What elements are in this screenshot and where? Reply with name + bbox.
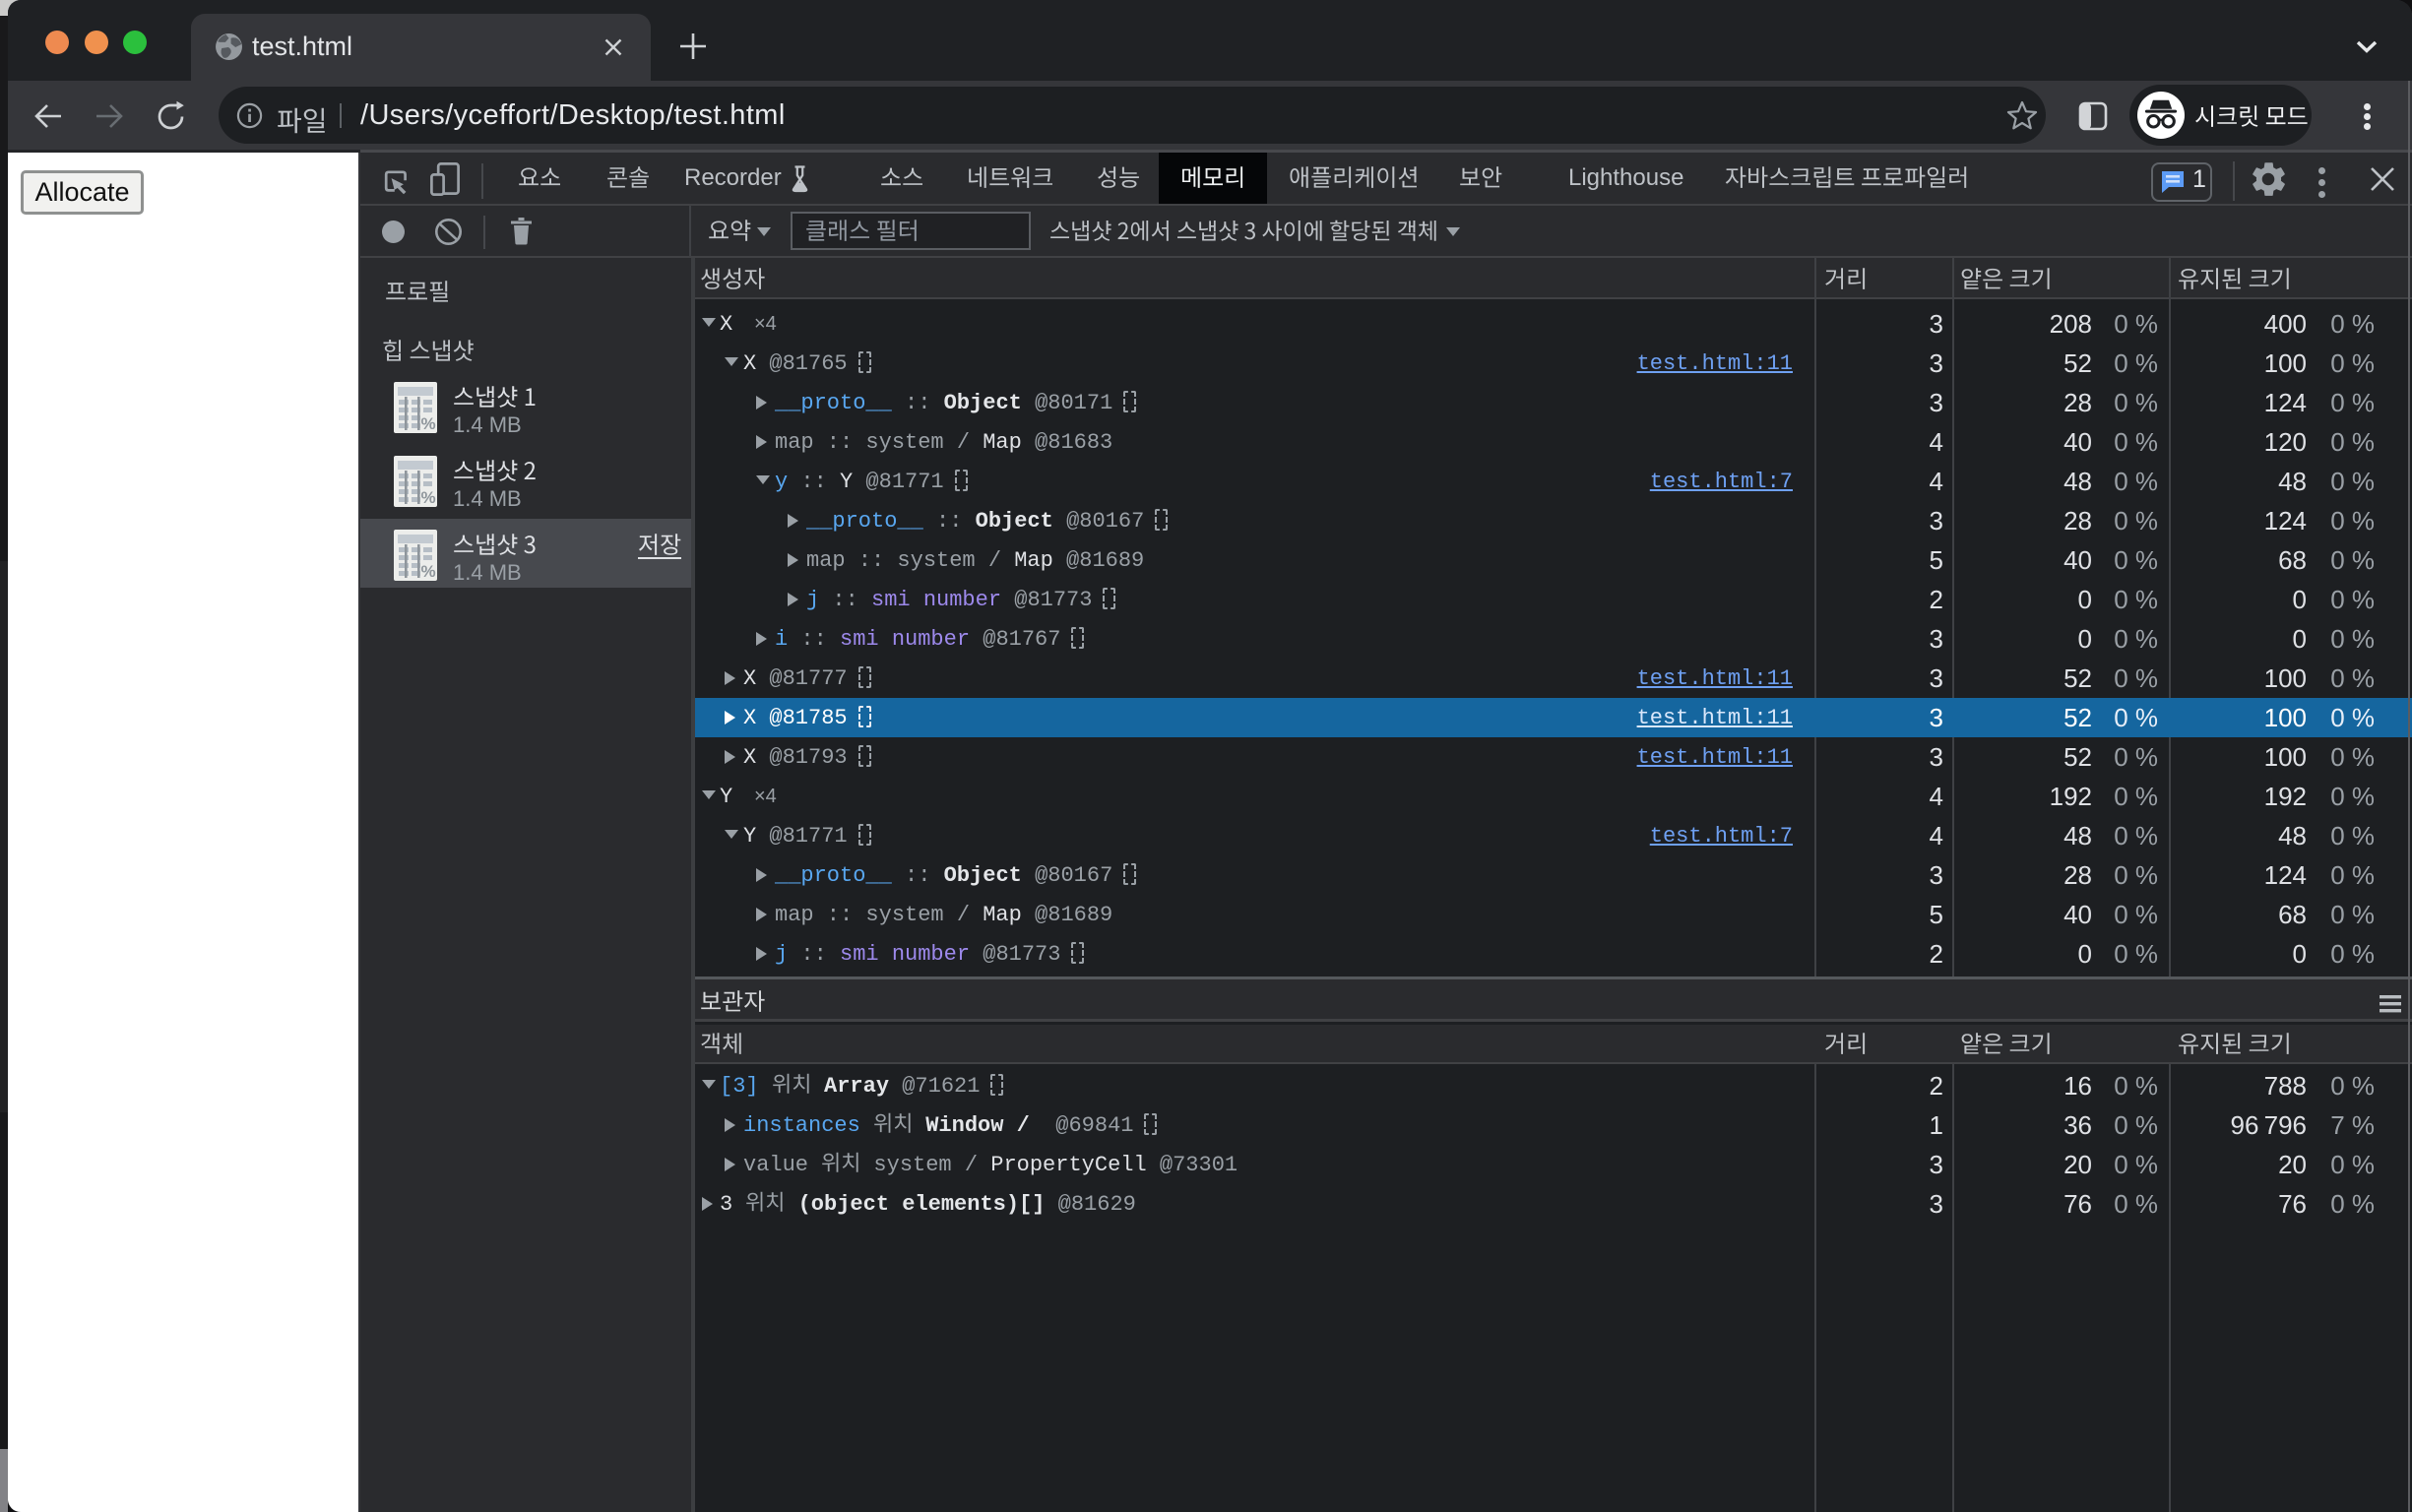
svg-text:%: % — [420, 562, 435, 581]
svg-text:%: % — [420, 488, 435, 507]
svg-text:%: % — [420, 414, 435, 433]
